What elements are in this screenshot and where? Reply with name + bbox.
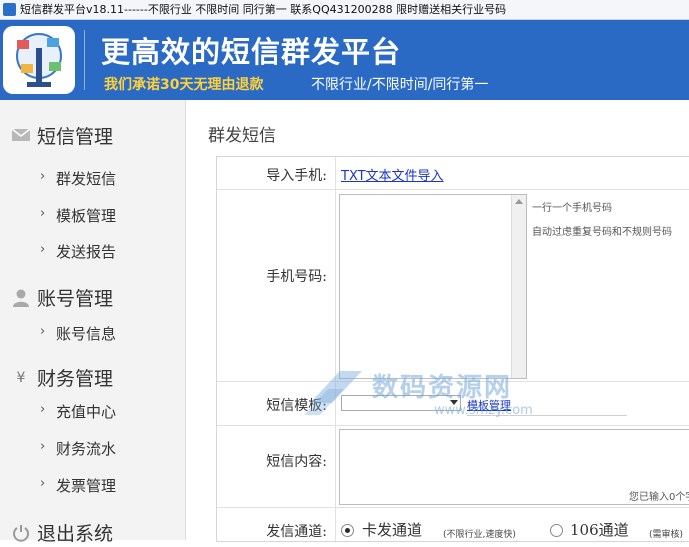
window-title-bar: 短信群发平台v18.11------不限行业 不限时间 同行第一 联系QQ431… bbox=[0, 0, 689, 20]
channel-card-label[interactable]: 卡发通道 bbox=[362, 519, 422, 540]
window-title: 短信群发平台v18.11------不限行业 不限时间 同行第一 联系QQ431… bbox=[20, 3, 507, 16]
channel-card-radio[interactable] bbox=[341, 524, 354, 537]
content-label: 短信内容: bbox=[266, 454, 327, 470]
sidebar-item-reports[interactable]: › 发送报告 bbox=[0, 239, 185, 265]
sidebar-section-logout[interactable]: 退出系统 bbox=[0, 517, 185, 547]
phones-hint-line1: 一行一个手机号码 bbox=[532, 203, 612, 214]
banner-subpromo: 不限行业/不限时间/同行第一 bbox=[311, 77, 489, 93]
sidebar-item-label: 模板管理 bbox=[56, 207, 117, 225]
sidebar-item-label: 发票管理 bbox=[56, 477, 117, 495]
channel-106-note: (需审核) bbox=[649, 530, 684, 540]
mail-icon bbox=[11, 127, 31, 145]
chevron-down-icon bbox=[450, 400, 458, 405]
sidebar-item-label: 充值中心 bbox=[56, 403, 117, 421]
yen-icon: ¥ bbox=[16, 370, 26, 386]
char-count: 您已输入0个字 bbox=[629, 492, 689, 503]
sidebar-item-invoices[interactable]: › 发票管理 bbox=[0, 473, 185, 499]
column-divider bbox=[335, 157, 336, 541]
txt-import-link[interactable]: TXT文本文件导入 bbox=[341, 165, 444, 184]
channel-label: 发信通道: bbox=[266, 524, 327, 540]
page-title: 群发短信 bbox=[208, 126, 276, 146]
template-label: 短信模板: bbox=[266, 398, 327, 414]
sidebar-item-label: 账号信息 bbox=[56, 325, 117, 343]
chevron-right-icon: › bbox=[40, 402, 46, 417]
banner-divider bbox=[84, 30, 85, 90]
sidebar-section-label: 退出系统 bbox=[37, 523, 114, 545]
channel-106-radio[interactable] bbox=[550, 524, 563, 537]
sidebar-section-account[interactable]: 账号管理 bbox=[0, 282, 185, 312]
chevron-right-icon: › bbox=[40, 324, 46, 339]
phone-numbers-textarea[interactable] bbox=[339, 194, 527, 379]
template-manage-link[interactable]: 模板管理 bbox=[467, 397, 511, 413]
logo-icon bbox=[3, 26, 75, 94]
sidebar-item-transactions[interactable]: › 财务流水 bbox=[0, 436, 185, 462]
sidebar-item-account-info[interactable]: › 账号信息 bbox=[0, 321, 185, 347]
user-icon bbox=[11, 289, 31, 307]
row-divider bbox=[217, 425, 689, 426]
header-banner: 更高效的短信群发平台 我们承诺30天无理由退款 不限行业/不限时间/同行第一 bbox=[0, 20, 689, 100]
chevron-right-icon: › bbox=[40, 476, 46, 491]
chevron-right-icon: › bbox=[40, 169, 46, 184]
banner-promo: 我们承诺30天无理由退款 bbox=[104, 77, 264, 93]
chevron-right-icon: › bbox=[40, 242, 46, 257]
sidebar-item-templates[interactable]: › 模板管理 bbox=[0, 203, 185, 229]
sidebar: 短信管理 › 群发短信 › 模板管理 › 发送报告 账号管理 › 账号信息 ¥ … bbox=[0, 100, 186, 545]
scroll-up-icon[interactable] bbox=[515, 199, 523, 204]
sidebar-section-label: 短信管理 bbox=[37, 126, 114, 148]
banner-headline: 更高效的短信群发平台 bbox=[101, 35, 402, 69]
sidebar-item-label: 发送报告 bbox=[56, 243, 117, 261]
row-divider bbox=[217, 507, 689, 508]
import-label: 导入手机: bbox=[266, 168, 327, 184]
sidebar-item-recharge[interactable]: › 充值中心 bbox=[0, 399, 185, 425]
phones-hint-line2: 自动过虑重复号码和不规则号码 bbox=[532, 227, 672, 238]
row-divider bbox=[217, 189, 689, 190]
row-divider bbox=[217, 381, 689, 382]
sidebar-section-sms[interactable]: 短信管理 bbox=[0, 120, 185, 150]
app-icon bbox=[3, 3, 16, 16]
scrollbar[interactable] bbox=[511, 195, 526, 378]
phones-label: 手机号码: bbox=[266, 269, 327, 285]
sidebar-section-finance[interactable]: ¥ 财务管理 bbox=[0, 362, 185, 392]
template-select[interactable] bbox=[341, 395, 461, 411]
chevron-right-icon: › bbox=[40, 206, 46, 221]
channel-106-label[interactable]: 106通道 bbox=[570, 519, 629, 540]
sidebar-section-label: 账号管理 bbox=[37, 288, 114, 310]
channel-card-note: (不限行业,速度快) bbox=[443, 530, 516, 540]
sms-form: 导入手机: TXT文本文件导入 手机号码: 一行一个手机号码 自动过虑重复号码和… bbox=[216, 156, 689, 542]
template-underline bbox=[467, 415, 627, 416]
chevron-right-icon: › bbox=[40, 439, 46, 454]
sidebar-item-label: 财务流水 bbox=[56, 440, 117, 458]
power-icon bbox=[11, 524, 31, 542]
sidebar-section-label: 财务管理 bbox=[37, 368, 114, 390]
sidebar-item-label: 群发短信 bbox=[56, 170, 117, 188]
sidebar-item-bulk-sms[interactable]: › 群发短信 bbox=[0, 166, 185, 192]
